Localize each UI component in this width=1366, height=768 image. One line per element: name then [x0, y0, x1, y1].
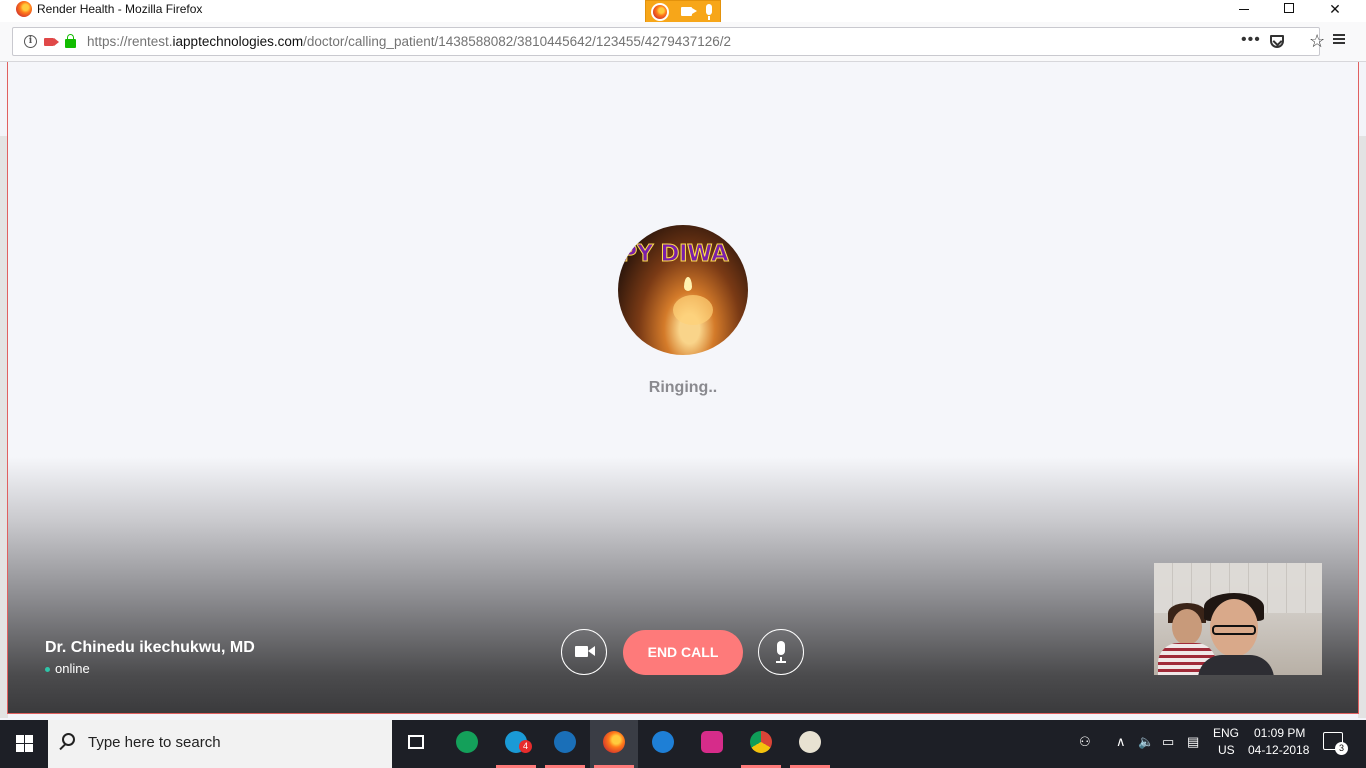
language-indicator[interactable]: ENG	[1213, 726, 1239, 740]
page-content: PPY DIWA Ringing.. Dr. Chinedu ikechukwu…	[0, 62, 1366, 720]
hangouts-taskbar-button[interactable]	[443, 720, 491, 768]
video-camera-lens	[588, 646, 595, 656]
wamp-taskbar-button[interactable]	[688, 720, 736, 768]
hamburger-menu-icon[interactable]	[1333, 34, 1345, 44]
url-bar[interactable]: i https://rentest.iapptechnologies.com/d…	[12, 27, 1325, 56]
pocket-icon[interactable]	[1270, 35, 1284, 48]
wamp-icon	[701, 731, 723, 753]
volume-icon[interactable]: 🔈	[1138, 734, 1154, 750]
network-icon[interactable]: ▤	[1187, 734, 1199, 750]
video-toggle-button[interactable]	[561, 629, 607, 675]
task-view-button[interactable]	[392, 720, 440, 768]
info-icon[interactable]: i	[24, 35, 37, 48]
region-indicator[interactable]: US	[1218, 743, 1235, 757]
presence-status: online	[45, 661, 90, 676]
patient-avatar: PPY DIWA	[618, 225, 748, 355]
url-prefix: https://rentest.	[87, 34, 173, 49]
end-call-button[interactable]: END CALL	[623, 630, 743, 675]
start-button[interactable]	[0, 720, 48, 768]
hangouts-icon	[456, 731, 478, 753]
taskbar-search[interactable]: Type here to search	[48, 720, 392, 768]
doctor-name: Dr. Chinedu ikechukwu, MD	[45, 639, 255, 656]
minimize-icon	[1239, 9, 1249, 10]
sharing-indicator[interactable]	[645, 0, 721, 23]
call-status: Ringing..	[648, 379, 718, 396]
bookmark-star-icon[interactable]: ☆	[1309, 31, 1325, 52]
notifications-badge: 3	[1335, 742, 1348, 755]
edge-icon	[652, 731, 674, 753]
firefox-logo-icon	[16, 1, 32, 17]
diya-glow	[673, 295, 713, 325]
window-title: Render Health - Mozilla Firefox	[37, 2, 203, 16]
navigation-bar: i https://rentest.iapptechnologies.com/d…	[0, 22, 1366, 62]
close-icon: ✕	[1329, 1, 1341, 17]
clock-date[interactable]: 04-12-2018	[1248, 743, 1309, 757]
self-video-preview	[1154, 563, 1322, 675]
windows-logo-icon	[25, 735, 33, 743]
browser-window: Render Health - Mozilla Firefox ✕ i http…	[0, 0, 1366, 720]
paint-taskbar-button[interactable]	[786, 720, 834, 768]
skype-taskbar-button[interactable]: 4	[492, 720, 540, 768]
url-text[interactable]: https://rentest.iapptechnologies.com/doc…	[87, 34, 731, 49]
paint-icon	[799, 731, 821, 753]
skype-badge: 4	[519, 740, 532, 753]
firefox-small-icon	[651, 3, 669, 21]
show-hidden-icons-chevron-icon[interactable]: ∧	[1116, 734, 1126, 750]
video-camera-icon	[575, 646, 588, 657]
search-placeholder: Type here to search	[88, 734, 221, 751]
microphone-icon	[777, 641, 785, 655]
microphone-base	[776, 661, 786, 663]
url-domain: iapptechnologies.com	[172, 34, 304, 49]
diya-flame	[684, 277, 692, 291]
task-view-icon	[408, 735, 424, 749]
maximize-icon	[1284, 3, 1294, 13]
mail-client-taskbar-button[interactable]	[541, 720, 589, 768]
page-actions-icon[interactable]: •••	[1241, 31, 1261, 49]
title-bar: Render Health - Mozilla Firefox ✕	[0, 0, 1366, 23]
person-body	[1198, 655, 1274, 675]
firefox-icon	[603, 731, 625, 753]
lock-icon[interactable]	[65, 34, 76, 48]
mic-toggle-button[interactable]	[758, 629, 804, 675]
minimize-button[interactable]	[1221, 0, 1267, 22]
mail-client-icon	[554, 731, 576, 753]
windows-logo-icon	[16, 744, 24, 752]
url-path: /doctor/calling_patient/1438588082/38104…	[303, 34, 732, 49]
call-panel: PPY DIWA Ringing.. Dr. Chinedu ikechukwu…	[7, 62, 1359, 714]
windows-taskbar: Type here to search 4 ⚇ ∧ 🔈 ▭ ▤ ENG US 0…	[0, 720, 1366, 768]
chrome-icon	[750, 731, 772, 753]
microphone-sharing-icon	[706, 4, 712, 20]
windows-logo-icon	[25, 744, 33, 752]
chrome-taskbar-button[interactable]	[737, 720, 785, 768]
person-glasses	[1212, 625, 1256, 635]
camera-sharing-icon	[681, 7, 697, 16]
maximize-button[interactable]	[1266, 0, 1312, 22]
presence-label: online	[55, 661, 90, 676]
edge-taskbar-button[interactable]	[639, 720, 687, 768]
online-dot-icon	[45, 667, 50, 673]
search-icon	[62, 733, 75, 746]
close-button[interactable]: ✕	[1312, 0, 1358, 22]
people-icon[interactable]: ⚇	[1079, 734, 1091, 750]
person-head	[1172, 609, 1202, 645]
firefox-taskbar-button[interactable]	[590, 720, 638, 768]
page-side-right	[1358, 136, 1366, 718]
clock-time[interactable]: 01:09 PM	[1254, 726, 1305, 740]
battery-icon[interactable]: ▭	[1162, 734, 1174, 750]
camera-permission-icon[interactable]	[44, 38, 59, 46]
windows-logo-icon	[16, 735, 24, 743]
avatar-banner-text: PPY DIWA	[618, 241, 729, 268]
